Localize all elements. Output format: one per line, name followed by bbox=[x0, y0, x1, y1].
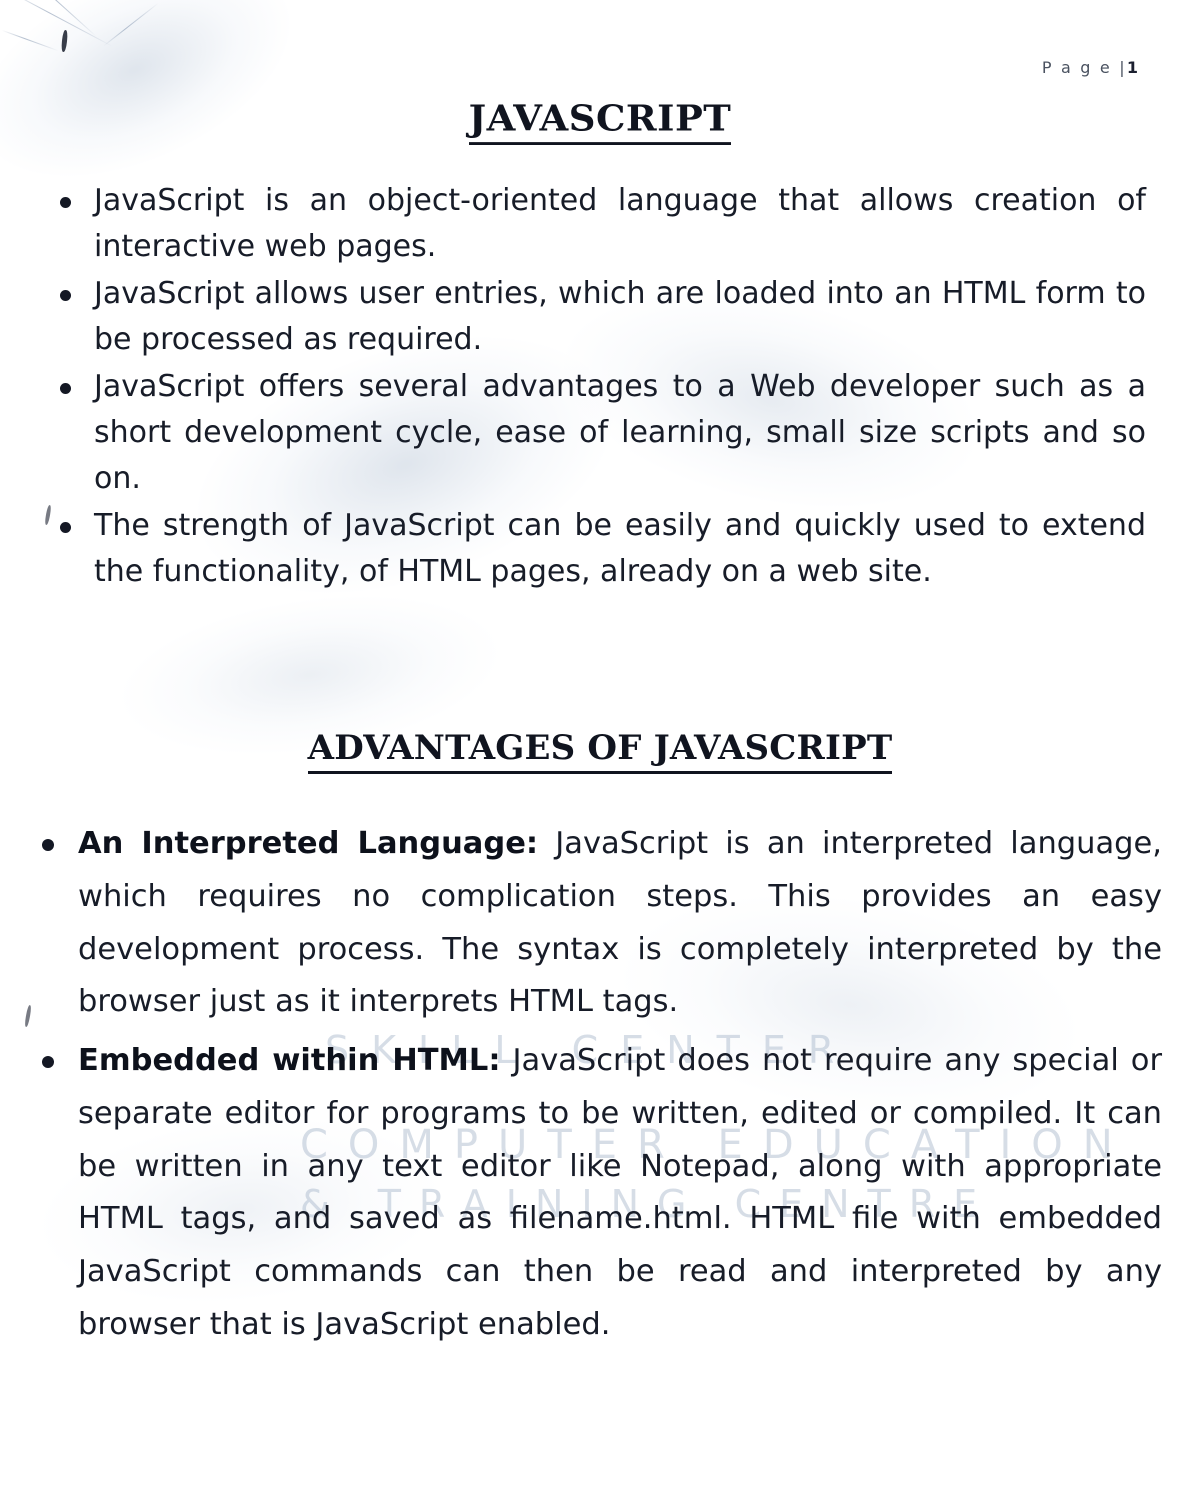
scan-scratch-line bbox=[6, 0, 114, 48]
section-heading: ADVANTAGES OF JAVASCRIPT bbox=[0, 728, 1200, 774]
section-heading-text: ADVANTAGES OF JAVASCRIPT bbox=[307, 728, 893, 774]
page-title-text: JAVASCRIPT bbox=[468, 97, 732, 145]
margin-pen-mark bbox=[60, 29, 69, 53]
scan-scratch-line bbox=[1, 29, 59, 52]
advantage-lead-label: Embedded within HTML: bbox=[78, 1043, 501, 1078]
scan-scratch-line bbox=[103, 2, 159, 47]
bullet-text: JavaScript offers several advantages to … bbox=[94, 369, 1146, 496]
scanned-document-page: SKILL CENTER COMPUTER EDUCATION & TRAINI… bbox=[0, 0, 1200, 1509]
page-number-header: P a g e |1 bbox=[1042, 58, 1138, 77]
intro-bullet-list: JavaScript is an object-oriented languag… bbox=[46, 178, 1146, 596]
page-number-prefix: P a g e | bbox=[1041, 58, 1127, 77]
list-item: JavaScript is an object-oriented languag… bbox=[46, 178, 1146, 269]
bullet-text: The strength of JavaScript can be easily… bbox=[94, 508, 1146, 589]
margin-pen-mark bbox=[24, 1004, 32, 1028]
advantage-body-text: JavaScript does not require any special … bbox=[78, 1043, 1162, 1342]
page-number-value: 1 bbox=[1126, 58, 1138, 77]
list-item: The strength of JavaScript can be easily… bbox=[46, 503, 1146, 594]
list-item: JavaScript offers several advantages to … bbox=[46, 364, 1146, 501]
list-item: Embedded within HTML: JavaScript does no… bbox=[32, 1035, 1162, 1352]
advantage-lead-label: An Interpreted Language: bbox=[78, 826, 539, 861]
bullet-text: JavaScript is an object-oriented languag… bbox=[94, 183, 1146, 264]
advantages-bullet-list: An Interpreted Language: JavaScript is a… bbox=[32, 818, 1162, 1358]
scan-scratch-line bbox=[29, 0, 97, 37]
list-item: JavaScript allows user entries, which ar… bbox=[46, 271, 1146, 362]
bullet-text: JavaScript allows user entries, which ar… bbox=[94, 276, 1146, 357]
page-title: JAVASCRIPT bbox=[0, 96, 1200, 146]
list-item: An Interpreted Language: JavaScript is a… bbox=[32, 818, 1162, 1029]
